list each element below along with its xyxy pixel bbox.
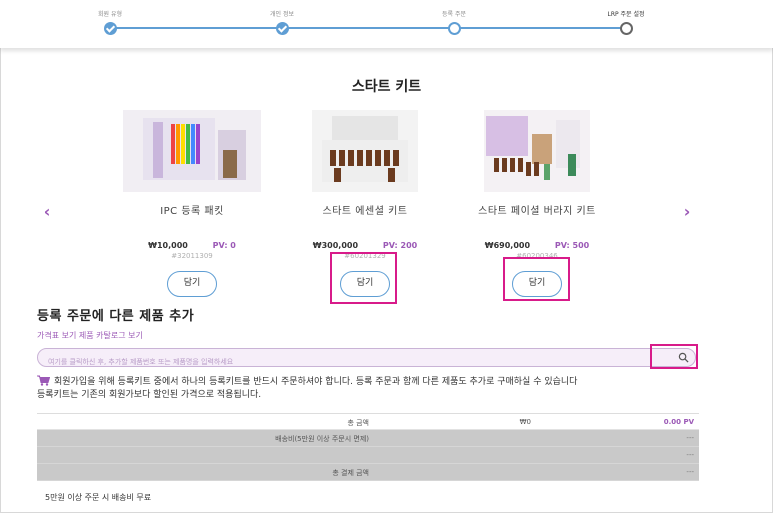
total-pv: 0.00 PV — [663, 418, 694, 426]
enrollment-notice: 회원가입을 위해 등록키트 중에서 하나의 등록키트를 반드시 주문하셔야 합니… — [37, 375, 577, 402]
total-row: 총 금액 ₩0 0.00 PV — [37, 413, 699, 430]
notice-line-2: 등록키트는 기존의 회원가보다 할인된 가격으로 적용됩니다. — [37, 390, 262, 400]
product-pv: PV: 500 — [554, 241, 590, 250]
step-label: 등록 주문 — [442, 11, 466, 18]
shipping-row: 배송비(5만원 이상 주문시 면제) --- — [37, 430, 699, 447]
step-label: LRP 주문 설정 — [607, 11, 645, 18]
product-pv: PV: 200 — [382, 241, 418, 250]
shipping-value: --- — [686, 434, 694, 442]
order-totals: 총 금액 ₩0 0.00 PV 배송비(5만원 이상 주문시 면제) --- -… — [37, 413, 699, 481]
step-enroll-order[interactable]: 등록 주문 — [394, 10, 514, 35]
product-price: ₩300,000 — [312, 241, 359, 250]
catalog-link[interactable]: 가격표 보기 제품 카탈로그 보기 — [37, 330, 143, 341]
product-card-ipc: IPC 등록 패킷 ₩10,000 PV: 0 #32011309 담기 — [117, 110, 267, 297]
step-lrp-setup[interactable]: LRP 주문 설정 — [566, 10, 686, 35]
step-member-type[interactable]: 회원 유형 — [50, 10, 170, 35]
chevron-left-icon[interactable]: ‹ — [40, 204, 54, 220]
add-to-cart-button[interactable]: 담기 — [167, 271, 217, 297]
product-name: 스타트 페이셜 버라지 키트 — [478, 206, 596, 217]
notice-line-1: 회원가입을 위해 등록키트 중에서 하나의 등록키트를 반드시 주문하셔야 합니… — [54, 377, 578, 387]
price-row: ₩690,000 PV: 500 — [462, 241, 612, 251]
progress-stepper: 회원 유형 개인 정보 등록 주문 LRP 주문 설정 — [0, 0, 773, 48]
product-image — [312, 110, 418, 192]
add-products-title: 등록 주문에 다른 제품 추가 — [37, 309, 195, 324]
cart-icon — [37, 375, 50, 386]
chevron-right-icon[interactable]: › — [680, 204, 694, 220]
step-personal-info[interactable]: 개인 정보 — [222, 10, 342, 35]
product-search-box — [37, 348, 696, 371]
grand-total-value: --- — [686, 468, 694, 476]
total-amount: ₩0 — [519, 418, 531, 426]
product-pv: PV: 0 — [212, 241, 236, 250]
product-image — [123, 110, 261, 192]
start-kit-title: 스타트 키트 — [351, 79, 422, 95]
check-icon — [103, 22, 117, 35]
blank-row: --- — [37, 447, 699, 464]
stepper-line — [110, 27, 626, 29]
product-name: IPC 등록 패킷 — [160, 206, 224, 217]
grand-total-label: 총 결제 금액 — [332, 469, 369, 477]
shipping-footnote: 5만원 이상 주문 시 배송비 무료 — [45, 493, 152, 502]
product-image — [484, 110, 590, 192]
highlight-box — [650, 344, 698, 369]
highlight-box — [330, 252, 397, 304]
product-price: ₩690,000 — [484, 241, 531, 250]
current-step-dot — [447, 22, 461, 35]
product-search-input[interactable] — [48, 353, 648, 371]
shipping-label: 배송비(5만원 이상 주문시 면제) — [275, 435, 369, 443]
blank-value: --- — [686, 451, 694, 459]
highlight-box — [503, 257, 570, 301]
pending-step-dot — [619, 22, 633, 35]
check-icon — [275, 22, 289, 35]
grand-total-row: 총 결제 금액 --- — [37, 464, 699, 481]
product-sku: #32011309 — [171, 252, 213, 260]
price-row: ₩10,000 PV: 0 — [117, 241, 267, 251]
price-row: ₩300,000 PV: 200 — [290, 241, 440, 251]
product-name: 스타트 에센셜 키트 — [322, 206, 408, 217]
total-label: 총 금액 — [347, 419, 369, 427]
step-label: 개인 정보 — [270, 11, 294, 18]
step-label: 회원 유형 — [98, 11, 122, 18]
product-price: ₩10,000 — [148, 241, 188, 250]
